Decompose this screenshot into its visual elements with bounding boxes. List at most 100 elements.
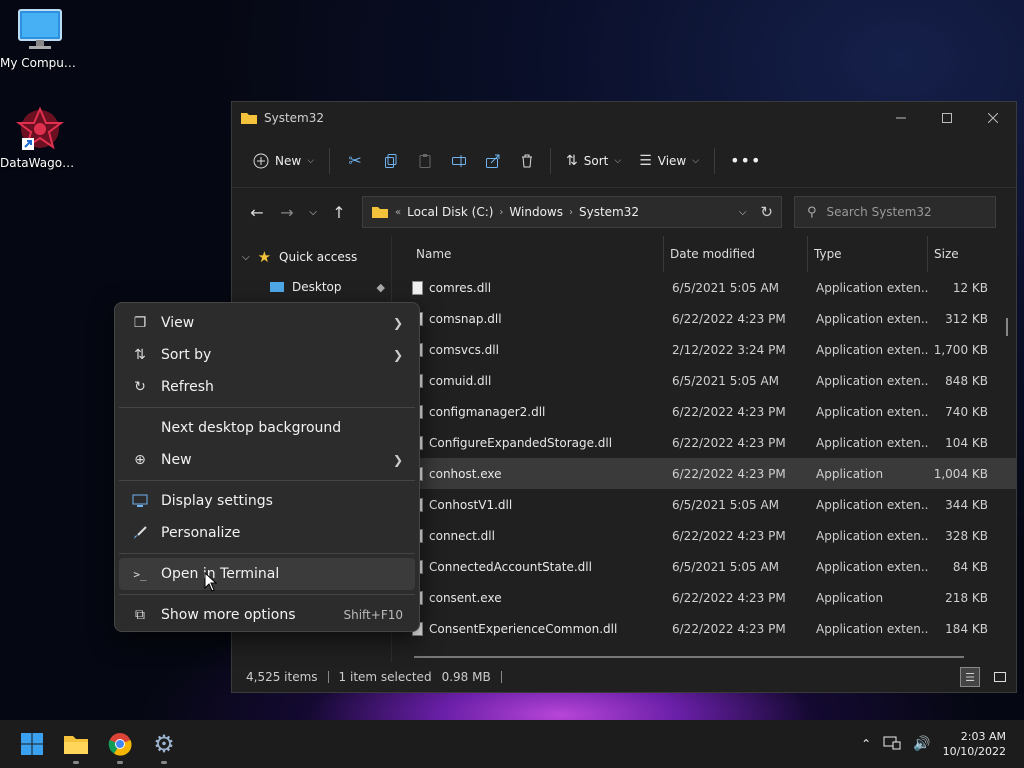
file-row[interactable]: comsnap.dll 6/22/2022 4:23 PM Application … bbox=[392, 303, 1016, 334]
file-name-cell: ConhostV1.dll bbox=[392, 497, 664, 512]
rename-button[interactable] bbox=[442, 145, 476, 177]
file-row[interactable]: ConsentExperienceCommon.dll 6/22/2022 4:2… bbox=[392, 613, 1016, 644]
file-size: 328 KB bbox=[945, 528, 988, 543]
overflow-chevron-icon[interactable]: « bbox=[395, 207, 401, 218]
file-row[interactable]: comsvcs.dll 2/12/2022 3:24 PM Application … bbox=[392, 334, 1016, 365]
desktop-icon-my-computer[interactable]: My Computer bbox=[0, 8, 80, 70]
minimize-button[interactable] bbox=[878, 102, 924, 134]
desktop-icon-datawagon[interactable]: DataWagon... bbox=[0, 106, 80, 170]
menu-item-view[interactable]: ❐ View ❯ bbox=[119, 307, 415, 339]
nav-item-label: Desktop bbox=[292, 280, 342, 294]
running-indicator bbox=[73, 761, 79, 764]
more-button[interactable]: ••• bbox=[721, 145, 770, 177]
vertical-scrollbar-thumb[interactable] bbox=[1006, 318, 1008, 336]
trash-icon bbox=[522, 154, 533, 167]
rename-icon bbox=[452, 154, 467, 167]
file-name-cell: conhost.exe bbox=[392, 466, 664, 481]
taskbar-chrome[interactable] bbox=[98, 722, 142, 766]
menu-item-label: Display settings bbox=[161, 493, 273, 509]
status-bar: 4,525 items 1 item selected 0.98 MB ☰ bbox=[232, 662, 1016, 692]
column-header-size[interactable]: Size bbox=[928, 236, 1004, 272]
close-button[interactable] bbox=[970, 102, 1016, 134]
toolbar-separator bbox=[714, 147, 716, 174]
breadcrumb-local-disk[interactable]: Local Disk (C:) bbox=[407, 205, 493, 219]
file-date: 6/5/2021 5:05 AM bbox=[672, 497, 780, 512]
sort-button[interactable]: ⇅ Sort ⌵ bbox=[557, 145, 630, 177]
chevron-right-icon[interactable]: › bbox=[499, 207, 503, 218]
share-button[interactable] bbox=[476, 145, 510, 177]
file-row[interactable]: comuid.dll 6/5/2021 5:05 AM Application ex… bbox=[392, 365, 1016, 396]
clock[interactable]: 2:03 AM 10/10/2022 bbox=[943, 729, 1006, 759]
view-button[interactable]: ☰ View ⌵ bbox=[630, 145, 708, 177]
up-button[interactable]: ↑ bbox=[324, 197, 354, 227]
file-type: Application exten... bbox=[816, 497, 928, 512]
nav-item-label: Quick access bbox=[279, 250, 358, 264]
file-name: connect.dll bbox=[429, 528, 495, 543]
refresh-icon[interactable]: ↻ bbox=[760, 203, 773, 221]
address-bar[interactable]: « Local Disk (C:) › Windows › System32 ⌵… bbox=[362, 196, 782, 228]
menu-item-next-background[interactable]: Next desktop background bbox=[119, 412, 415, 444]
title-bar[interactable]: System32 bbox=[232, 102, 1016, 134]
maximize-button[interactable] bbox=[924, 102, 970, 134]
menu-item-label: Refresh bbox=[161, 379, 214, 395]
start-button[interactable] bbox=[10, 722, 54, 766]
tiles-view-toggle[interactable] bbox=[990, 667, 1010, 687]
search-box[interactable]: ⚲ bbox=[794, 196, 996, 228]
file-row[interactable]: configmanager2.dll 6/22/2022 4:23 PM Appli… bbox=[392, 396, 1016, 427]
chevron-up-icon[interactable]: ⌃ bbox=[861, 737, 871, 751]
file-row[interactable]: ConfigureExpandedStorage.dll 6/22/2022 4:… bbox=[392, 427, 1016, 458]
column-header-date[interactable]: Date modified bbox=[664, 236, 808, 272]
chevron-right-icon[interactable]: › bbox=[569, 207, 573, 218]
menu-item-open-terminal[interactable]: >_ Open in Terminal bbox=[119, 558, 415, 590]
file-row[interactable]: conhost.exe 6/22/2022 4:23 PM Application 1… bbox=[392, 458, 1016, 489]
item-count: 4,525 items bbox=[246, 670, 318, 684]
gear-icon: ⚙ bbox=[153, 730, 175, 758]
chevron-down-icon: ⌵ bbox=[614, 155, 622, 166]
nav-item-desktop[interactable]: Desktop ◆ bbox=[232, 272, 391, 302]
delete-button[interactable] bbox=[510, 145, 544, 177]
menu-item-new[interactable]: ⊕ New ❯ bbox=[119, 444, 415, 476]
details-view-toggle[interactable]: ☰ bbox=[960, 667, 980, 687]
terminal-icon: >_ bbox=[133, 567, 147, 581]
network-icon[interactable] bbox=[883, 735, 901, 754]
address-dropdown-icon[interactable]: ⌵ bbox=[739, 207, 747, 218]
forward-button[interactable]: → bbox=[272, 197, 302, 227]
command-bar: New ⌵ ✂ ⇅ Sort ⌵ ☰ View ⌵ ••• bbox=[232, 134, 1016, 188]
search-input[interactable] bbox=[826, 205, 977, 219]
file-row[interactable]: comres.dll 6/5/2021 5:05 AM Application ex… bbox=[392, 272, 1016, 303]
column-header-name[interactable]: Name bbox=[392, 236, 664, 272]
taskbar-settings[interactable]: ⚙ bbox=[142, 722, 186, 766]
file-row[interactable]: ConnectedAccountState.dll 6/5/2021 5:05 A… bbox=[392, 551, 1016, 582]
back-button[interactable]: ← bbox=[242, 197, 272, 227]
copy-button[interactable] bbox=[374, 145, 408, 177]
recent-locations-button[interactable]: ⌵ bbox=[302, 197, 324, 227]
new-button[interactable]: New ⌵ bbox=[244, 145, 323, 177]
menu-item-sort-by[interactable]: ⇅ Sort by ❯ bbox=[119, 339, 415, 371]
search-icon: ⚲ bbox=[807, 204, 817, 220]
plus-circle-icon bbox=[253, 153, 269, 168]
breadcrumb-system32[interactable]: System32 bbox=[579, 205, 639, 219]
menu-item-display-settings[interactable]: Display settings bbox=[119, 485, 415, 517]
menu-item-show-more-options[interactable]: ⧉ Show more options Shift+F10 bbox=[119, 599, 415, 631]
column-header-type[interactable]: Type bbox=[808, 236, 928, 272]
file-name-cell: configmanager2.dll bbox=[392, 404, 664, 419]
file-row[interactable]: consent.exe 6/22/2022 4:23 PM Application 2… bbox=[392, 582, 1016, 613]
file-icon bbox=[412, 280, 423, 295]
grid-icon: ❐ bbox=[133, 315, 147, 331]
mouse-cursor-icon bbox=[204, 572, 218, 592]
paste-button[interactable] bbox=[408, 145, 442, 177]
file-row[interactable]: connect.dll 6/22/2022 4:23 PM Application … bbox=[392, 520, 1016, 551]
menu-item-personalize[interactable]: Personalize bbox=[119, 517, 415, 549]
horizontal-scrollbar-thumb[interactable] bbox=[414, 656, 964, 658]
cut-button[interactable]: ✂ bbox=[336, 145, 374, 177]
menu-item-refresh[interactable]: ↻ Refresh bbox=[119, 371, 415, 403]
breadcrumb-windows[interactable]: Windows bbox=[509, 205, 563, 219]
file-row[interactable]: ConhostV1.dll 6/5/2021 5:05 AM Application… bbox=[392, 489, 1016, 520]
file-size: 218 KB bbox=[945, 590, 988, 605]
taskbar-file-explorer[interactable] bbox=[54, 722, 98, 766]
monitor-icon bbox=[18, 9, 62, 49]
nav-item-quick-access[interactable]: ⌵ ★ Quick access bbox=[232, 242, 391, 272]
running-indicator bbox=[161, 761, 167, 764]
speaker-icon[interactable]: 🔊 bbox=[913, 736, 930, 752]
menu-separator bbox=[119, 594, 415, 595]
